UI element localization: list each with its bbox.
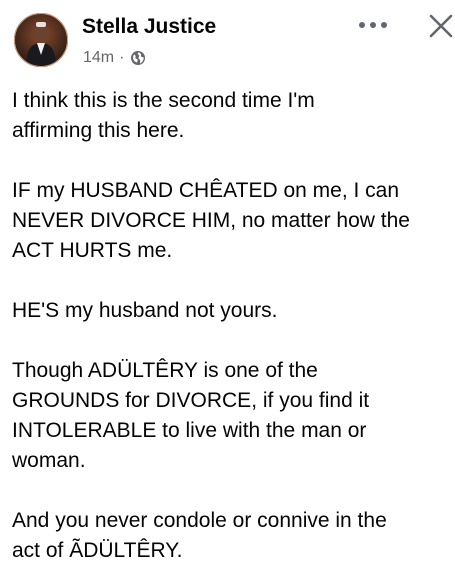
post-timestamp[interactable]: 14m xyxy=(83,48,114,68)
post-paragraph: I think this is the second time I'm affi… xyxy=(12,89,315,142)
avatar[interactable] xyxy=(14,13,68,67)
more-horizontal-icon[interactable] xyxy=(358,18,388,30)
post-body: I think this is the second time I'm affi… xyxy=(12,86,452,566)
post-paragraph: IF my HUSBAND CHÊATED on me, I can NEVER… xyxy=(12,179,410,262)
close-icon[interactable] xyxy=(428,13,454,39)
globe-icon[interactable] xyxy=(130,50,146,66)
author-name[interactable]: Stella Justice xyxy=(82,14,216,40)
post-paragraph: And you never condole or connive in the … xyxy=(12,509,387,562)
post-paragraph: Though ADÜLTÊRY is one of the GROUNDS fo… xyxy=(12,359,370,472)
post-meta: 14m · xyxy=(83,48,146,68)
meta-separator: · xyxy=(119,49,125,66)
post-header: Stella Justice 14m · xyxy=(0,0,455,78)
avatar-image xyxy=(14,13,68,67)
post-paragraph: HE'S my husband not yours. xyxy=(12,299,278,322)
